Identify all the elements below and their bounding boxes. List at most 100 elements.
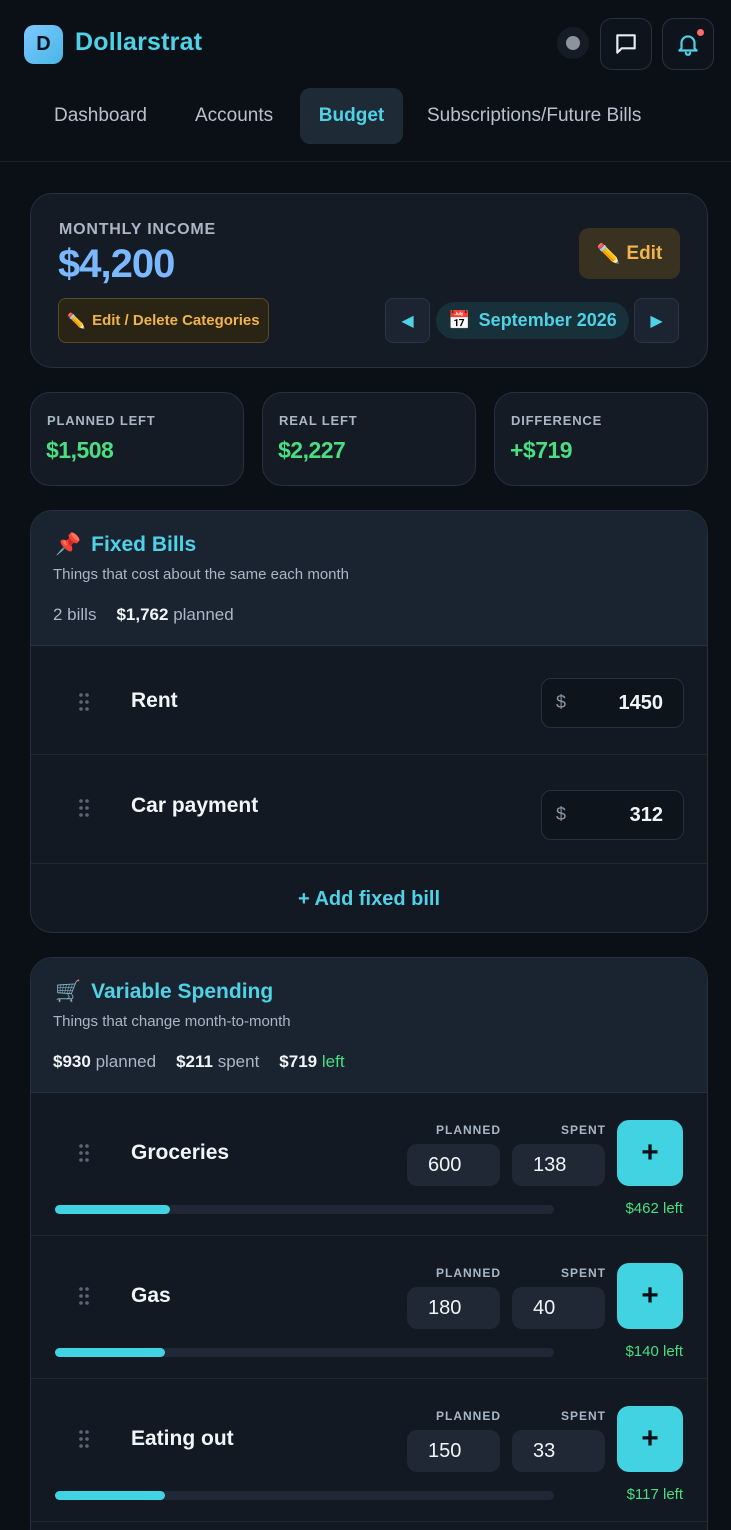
planned-left-card: PLANNED LEFT $1,508 — [30, 392, 244, 486]
add-spending-button[interactable]: + — [617, 1263, 683, 1329]
planned-input[interactable]: 600 — [407, 1144, 500, 1186]
spent-input[interactable]: 40 — [512, 1287, 605, 1329]
variable-planned-summary: $930 planned — [53, 1052, 156, 1072]
spending-progress-bar — [55, 1348, 554, 1357]
previous-month-button[interactable]: ◀ — [385, 298, 430, 343]
variable-left-summary: $719 left — [279, 1052, 344, 1072]
difference-card: DIFFERENCE +$719 — [494, 392, 708, 486]
pencil-icon: ✏️ — [67, 312, 87, 330]
spent-input[interactable]: 33 — [512, 1430, 605, 1472]
chat-button[interactable] — [600, 18, 652, 70]
add-spending-button[interactable]: + — [617, 1406, 683, 1472]
planned-input[interactable]: 150 — [407, 1430, 500, 1472]
progress-fill — [55, 1348, 165, 1357]
drag-handle-icon[interactable] — [78, 1429, 90, 1449]
progress-fill — [55, 1205, 170, 1214]
variable-item-row: Eating out PLANNED SPENT 150 33 + $117 l… — [31, 1379, 707, 1522]
stat-value: $1,508 — [46, 437, 114, 463]
brand-name[interactable]: Dollarstrat — [75, 28, 202, 57]
triangle-right-icon: ▶ — [650, 312, 663, 330]
tab-dashboard[interactable]: Dashboard — [33, 88, 168, 144]
planned-word: planned — [173, 605, 234, 624]
item-name: Groceries — [131, 1141, 230, 1164]
planned-input[interactable]: 180 — [407, 1287, 500, 1329]
stat-label: PLANNED LEFT — [47, 413, 156, 428]
fixed-bill-row: Rent $ 1450 — [31, 646, 707, 755]
fixed-planned-total: $1,762 — [116, 605, 169, 624]
real-left-card: REAL LEFT $2,227 — [262, 392, 476, 486]
spent-input[interactable]: 138 — [512, 1144, 605, 1186]
drag-handle-icon[interactable] — [78, 798, 90, 818]
income-card: MONTHLY INCOME $4,200 ✏️ Edit / Delete C… — [30, 193, 708, 368]
income-value: $4,200 — [58, 242, 175, 286]
calendar-icon: 📅 — [448, 310, 471, 330]
drag-handle-icon[interactable] — [78, 1143, 90, 1163]
tab-subscriptions[interactable]: Subscriptions/Future Bills — [406, 88, 662, 144]
next-month-button[interactable]: ▶ — [634, 298, 679, 343]
left-word: left — [321, 1052, 345, 1071]
fixed-planned-summary: $1,762 planned — [116, 605, 233, 625]
logo-badge[interactable]: D — [24, 25, 63, 64]
planned-column-label: PLANNED — [436, 1266, 502, 1280]
pencil-icon: ✏️ — [596, 243, 621, 265]
edit-categories-button[interactable]: ✏️ Edit / Delete Categories — [58, 298, 269, 343]
fixed-bills-meta: 2 bills $1,762 planned — [53, 605, 234, 625]
month-selector[interactable]: 📅 September 2026 — [436, 302, 629, 339]
variable-spending-title: 🛒 Variable Spending — [55, 980, 273, 1004]
item-name: Eating out — [131, 1427, 234, 1450]
variable-spending-subtitle: Things that change month-to-month — [53, 1013, 291, 1030]
section-title-text: Fixed Bills — [91, 533, 197, 556]
planned-word: planned — [95, 1052, 157, 1071]
spending-progress-bar — [55, 1491, 554, 1500]
variable-left-total: $719 — [279, 1052, 318, 1071]
drag-handle-icon[interactable] — [78, 1286, 90, 1306]
bill-amount-input[interactable]: $ 1450 — [541, 678, 684, 728]
spent-word: spent — [217, 1052, 260, 1071]
variable-spending-meta: $930 planned $211 spent $719 left — [53, 1052, 345, 1072]
nav-tabs: Dashboard Accounts Budget Subscriptions/… — [0, 88, 731, 162]
fixed-bills-title: 📌 Fixed Bills — [55, 533, 196, 557]
remaining-amount: $462 left — [625, 1200, 683, 1217]
remaining-amount: $117 left — [626, 1486, 683, 1503]
edit-income-button[interactable]: ✏️ Edit — [579, 228, 680, 279]
fixed-bills-section: 📌 Fixed Bills Things that cost about the… — [30, 510, 708, 933]
item-name: Gas — [131, 1284, 171, 1307]
progress-fill — [55, 1491, 165, 1500]
tab-accounts[interactable]: Accounts — [174, 88, 294, 144]
edit-categories-label: Edit / Delete Categories — [92, 312, 260, 329]
stat-value: +$719 — [510, 437, 573, 463]
remaining-amount: $140 left — [625, 1343, 683, 1360]
bill-amount: 312 — [629, 804, 663, 826]
notification-dot — [697, 29, 704, 36]
spent-column-label: SPENT — [561, 1123, 607, 1137]
variable-spending-section: 🛒 Variable Spending Things that change m… — [30, 957, 708, 1530]
variable-item-row: Gas PLANNED SPENT 180 40 + $140 left — [31, 1236, 707, 1379]
variable-planned-total: $930 — [53, 1052, 91, 1071]
tab-budget[interactable]: Budget — [300, 88, 403, 144]
shopping-cart-icon: 🛒 — [55, 980, 82, 1003]
edit-income-label: Edit — [626, 242, 663, 264]
variable-item-row: Groceries PLANNED SPENT 600 138 + $462 l… — [31, 1093, 707, 1236]
stat-label: DIFFERENCE — [511, 413, 603, 428]
notifications-button[interactable] — [662, 18, 714, 70]
top-bar: D Dollarstrat — [0, 0, 731, 88]
bill-name: Car payment — [131, 794, 259, 817]
currency-symbol: $ — [556, 804, 567, 824]
tab-more[interactable] — [676, 88, 718, 144]
add-spending-button[interactable]: + — [617, 1120, 683, 1186]
stat-label: REAL LEFT — [279, 413, 358, 428]
theme-toggle[interactable] — [557, 27, 589, 59]
spending-progress-bar — [55, 1205, 554, 1214]
variable-spent-total: $211 — [176, 1052, 213, 1071]
bill-count: 2 bills — [53, 605, 97, 624]
bill-name: Rent — [131, 689, 178, 712]
add-fixed-bill-button[interactable]: + Add fixed bill — [31, 864, 707, 932]
bill-amount-input[interactable]: $ 312 — [541, 790, 684, 840]
fixed-bills-subtitle: Things that cost about the same each mon… — [53, 566, 350, 583]
status-dot-icon — [566, 36, 580, 50]
currency-symbol: $ — [556, 692, 567, 712]
chat-icon — [616, 34, 636, 54]
drag-handle-icon[interactable] — [78, 692, 90, 712]
section-title-text: Variable Spending — [91, 980, 274, 1003]
month-label: September 2026 — [478, 310, 617, 330]
